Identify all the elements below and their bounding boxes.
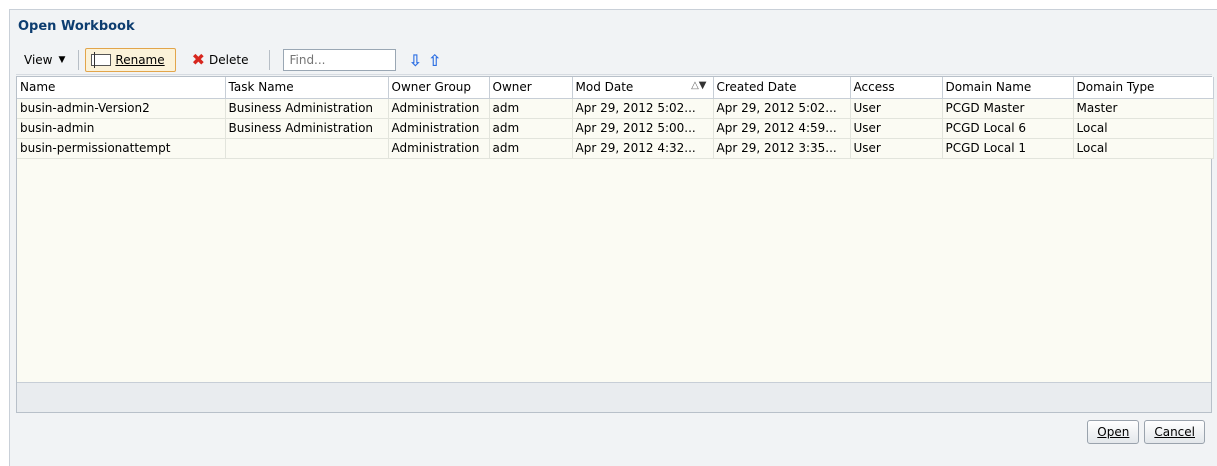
cell-mod-date[interactable]: Apr 29, 2012 4:32...	[572, 138, 714, 159]
open-workbook-dialog: Open Workbook View ▼ Rename ✖ Delete ⇩ ⇧	[9, 9, 1217, 466]
dialog-title: Open Workbook	[18, 19, 135, 34]
column-header-domain-name[interactable]: Domain Name	[942, 77, 1074, 99]
toolbar: View ▼ Rename ✖ Delete ⇩ ⇧	[16, 46, 1212, 75]
cell-owner[interactable]: adm	[489, 138, 573, 159]
dialog-buttons: Open Cancel	[1087, 420, 1205, 444]
cell-owner[interactable]: adm	[489, 98, 573, 119]
cell-owner-group[interactable]: Administration	[388, 138, 490, 159]
cell-owner-group[interactable]: Administration	[388, 118, 490, 139]
cell-created-date[interactable]: Apr 29, 2012 3:35...	[713, 138, 851, 159]
column-header-domain-type[interactable]: Domain Type	[1073, 77, 1214, 99]
toolbar-separator	[269, 50, 271, 70]
column-header-owner[interactable]: Owner	[489, 77, 573, 99]
delete-button[interactable]: ✖ Delete	[186, 48, 255, 72]
table-row[interactable]: busin-admin-Version2 Business Administra…	[17, 98, 1214, 119]
cell-access[interactable]: User	[850, 138, 943, 159]
cell-domain-name[interactable]: PCGD Local 1	[942, 138, 1074, 159]
arrow-up-icon[interactable]: ⇧	[428, 51, 441, 70]
cell-task-name[interactable]: Business Administration	[225, 98, 389, 119]
cell-owner[interactable]: adm	[489, 118, 573, 139]
column-header-created-date[interactable]: Created Date	[713, 77, 851, 99]
cell-name[interactable]: busin-permissionattempt	[17, 138, 226, 159]
chevron-down-icon: ▼	[58, 55, 66, 65]
cell-access[interactable]: User	[850, 98, 943, 119]
cancel-button[interactable]: Cancel	[1144, 420, 1205, 444]
cell-created-date[interactable]: Apr 29, 2012 4:59...	[713, 118, 851, 139]
table-header-row: Name Task Name Owner Group Owner Mod Dat…	[17, 77, 1214, 99]
cell-task-name[interactable]	[225, 138, 389, 159]
cell-domain-name[interactable]: PCGD Local 6	[942, 118, 1074, 139]
rename-label: Rename	[115, 53, 165, 67]
rename-icon	[91, 52, 112, 68]
cell-domain-type[interactable]: Master	[1073, 98, 1214, 119]
cell-domain-name[interactable]: PCGD Master	[942, 98, 1074, 119]
find-input[interactable]	[283, 49, 397, 71]
cell-mod-date[interactable]: Apr 29, 2012 5:00...	[572, 118, 714, 139]
open-button[interactable]: Open	[1087, 420, 1140, 444]
rename-button[interactable]: Rename	[85, 48, 176, 72]
delete-label: Delete	[209, 53, 249, 67]
column-header-access[interactable]: Access	[850, 77, 943, 99]
workbook-table: Name Task Name Owner Group Owner Mod Dat…	[16, 76, 1214, 413]
view-menu-label: View	[24, 53, 53, 67]
table-status-bar	[17, 382, 1211, 412]
table-row[interactable]: busin-permissionattempt Administration a…	[17, 138, 1214, 159]
cell-mod-date[interactable]: Apr 29, 2012 5:02...	[572, 98, 714, 119]
cell-access[interactable]: User	[850, 118, 943, 139]
sort-arrows-icon[interactable]: △▼	[691, 80, 706, 91]
cell-created-date[interactable]: Apr 29, 2012 5:02...	[713, 98, 851, 119]
view-menu[interactable]: View ▼	[16, 48, 75, 72]
cell-domain-type[interactable]: Local	[1073, 138, 1214, 159]
cell-task-name[interactable]: Business Administration	[225, 118, 389, 139]
toolbar-separator	[78, 50, 80, 70]
arrow-down-icon[interactable]: ⇩	[408, 51, 421, 70]
table-row[interactable]: busin-admin Business Administration Admi…	[17, 118, 1214, 139]
column-header-mod-date[interactable]: Mod Date △▼	[572, 77, 714, 99]
column-header-name[interactable]: Name	[17, 77, 226, 99]
cell-name[interactable]: busin-admin-Version2	[17, 98, 226, 119]
column-header-owner-group[interactable]: Owner Group	[388, 77, 490, 99]
cell-owner-group[interactable]: Administration	[388, 98, 490, 119]
delete-x-icon: ✖	[191, 50, 206, 69]
cell-domain-type[interactable]: Local	[1073, 118, 1214, 139]
mod-date-label: Mod Date	[575, 80, 634, 95]
column-header-task-name[interactable]: Task Name	[225, 77, 389, 99]
cell-name[interactable]: busin-admin	[17, 118, 226, 139]
